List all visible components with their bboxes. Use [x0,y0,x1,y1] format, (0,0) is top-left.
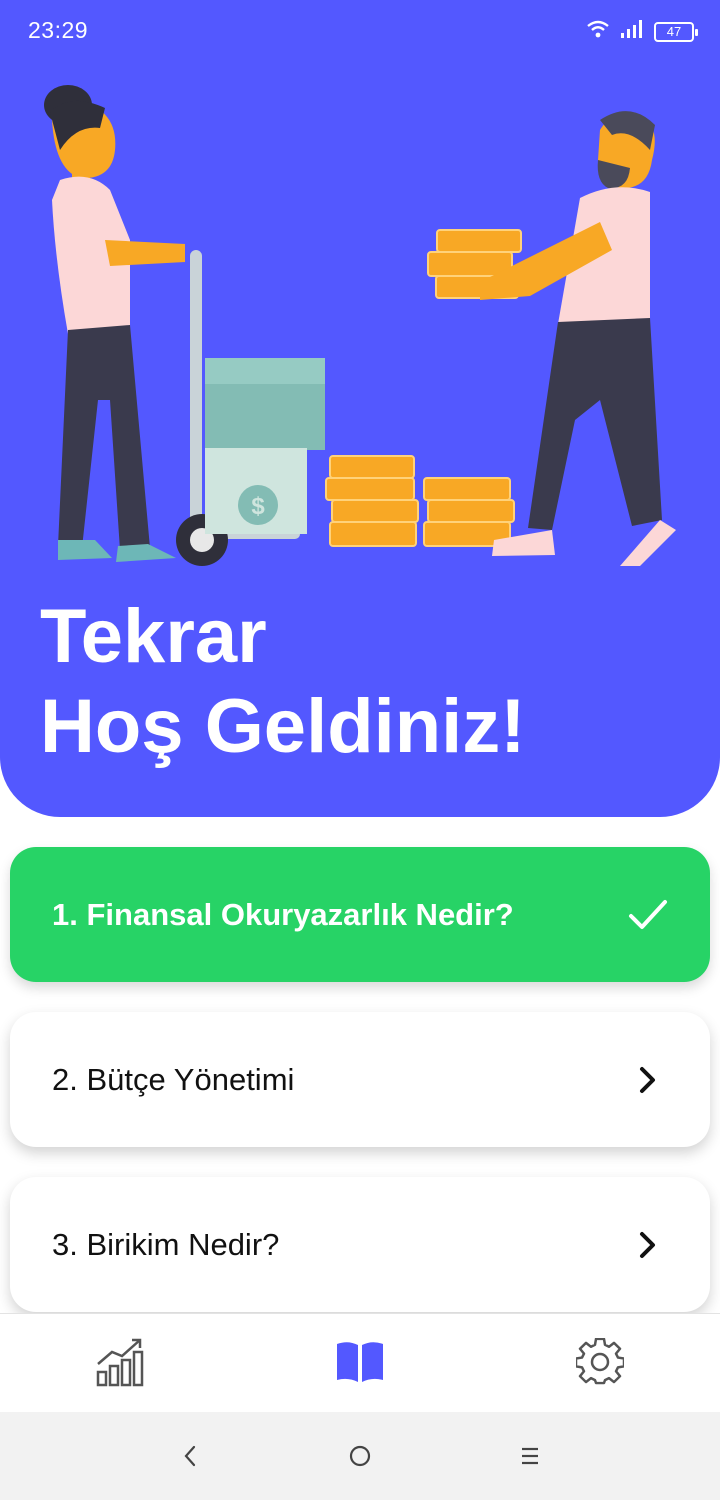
lesson-card-2[interactable]: 2. Bütçe Yönetimi [10,1012,710,1147]
nav-lessons-button[interactable] [328,1332,392,1396]
chevron-right-icon [626,1223,670,1267]
status-icons: 47 [586,19,698,44]
bottom-nav [0,1313,720,1412]
lesson-card-3[interactable]: 3. Birikim Nedir? [10,1177,710,1312]
welcome-illustration: $ [44,85,676,566]
nav-stats-button[interactable] [88,1332,152,1396]
status-time: 23:29 [28,17,89,43]
system-navigation-bar [0,1412,720,1500]
lesson-card-1[interactable]: 1. Finansal Okuryazarlık Nedir? [10,847,710,982]
menu-icon[interactable] [510,1436,550,1476]
wifi-icon [586,19,610,44]
chart-icon [94,1336,146,1393]
lesson-label: 1. Finansal Okuryazarlık Nedir? [52,896,514,932]
battery-icon: 47 [654,21,698,42]
svg-text:$: $ [251,493,265,520]
welcome-title: Tekrar Hoş Geldiniz! [40,592,680,772]
lesson-label: 3. Birikim Nedir? [52,1226,280,1262]
check-icon [626,893,670,937]
book-icon [335,1340,385,1389]
chevron-right-icon [626,1058,670,1102]
status-bar: 23:29 47 [0,0,720,62]
welcome-title-line2: Hoş Geldiniz! [40,684,526,769]
home-icon[interactable] [340,1436,380,1476]
hero-banner: 23:29 47 $ Tekrar Hoş Geldiniz! [0,0,720,817]
gear-icon [574,1337,626,1391]
welcome-title-line1: Tekrar [40,594,267,679]
lesson-label: 2. Bütçe Yönetimi [52,1061,295,1097]
nav-settings-button[interactable] [568,1332,632,1396]
signal-icon [620,19,644,44]
back-icon[interactable] [170,1436,210,1476]
